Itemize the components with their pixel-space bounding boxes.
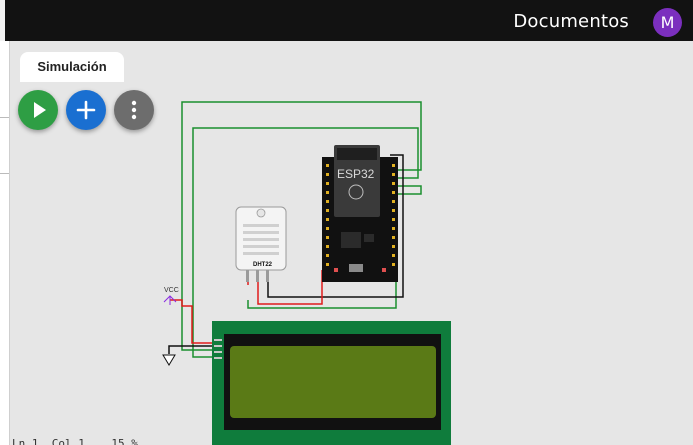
status-text: Ln 1, Col 1 .. 15 % bbox=[12, 437, 138, 445]
sensor-label: DHT22 bbox=[253, 262, 273, 268]
more-vert-icon bbox=[131, 100, 137, 120]
start-simulation-button[interactable] bbox=[18, 90, 58, 130]
mcu-label: ESP32 bbox=[337, 167, 375, 181]
ground-icon bbox=[162, 354, 176, 366]
plus-icon bbox=[76, 100, 96, 120]
dht22-sensor bbox=[235, 206, 287, 282]
play-icon bbox=[34, 102, 46, 118]
vcc-symbol bbox=[163, 295, 177, 305]
lcd-display bbox=[212, 321, 451, 445]
tab-simulation[interactable]: Simulación bbox=[20, 52, 124, 82]
more-options-button[interactable] bbox=[114, 90, 154, 130]
vcc-label: VCC bbox=[164, 287, 179, 294]
add-part-button[interactable] bbox=[66, 90, 106, 130]
esp32-board bbox=[322, 145, 398, 282]
